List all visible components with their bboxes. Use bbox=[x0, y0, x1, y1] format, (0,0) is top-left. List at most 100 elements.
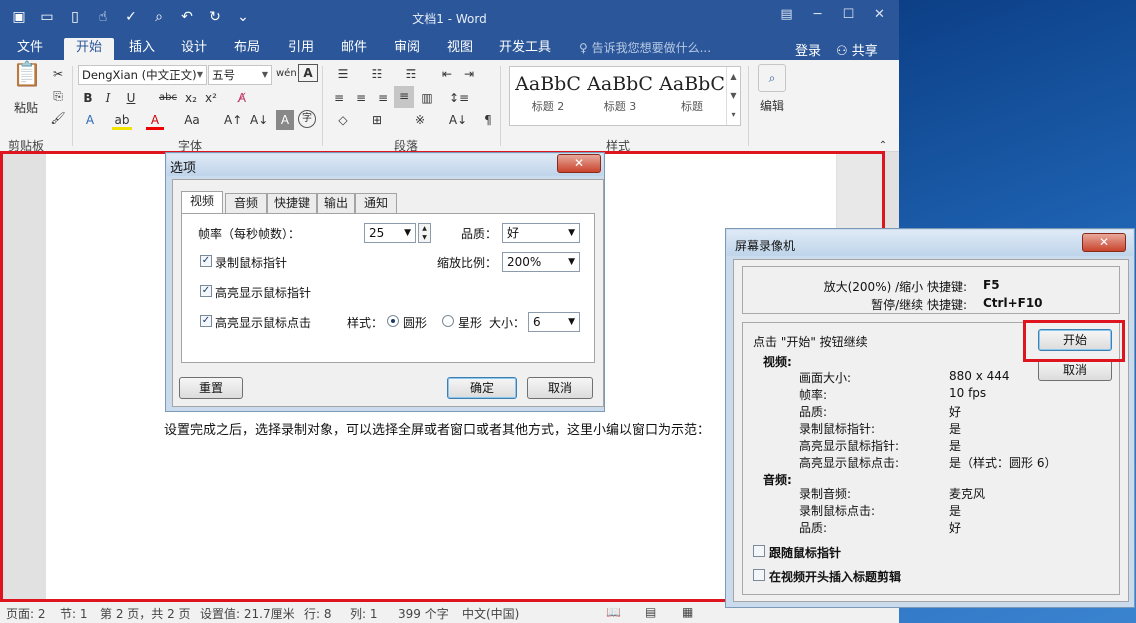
status-section[interactable]: 节: 1 bbox=[60, 605, 88, 622]
status-page[interactable]: 页面: 2 bbox=[6, 605, 46, 622]
tab-audio[interactable]: 音频 bbox=[225, 193, 267, 213]
status-page-count[interactable]: 第 2 页，共 2 页 bbox=[100, 605, 191, 622]
numbering-icon[interactable]: ☷ bbox=[364, 64, 390, 84]
close-icon[interactable]: ✕ bbox=[557, 154, 601, 173]
format-painter-icon[interactable]: 🖌 bbox=[48, 108, 68, 128]
status-language[interactable]: 中文(中国) bbox=[462, 605, 519, 622]
ok-button[interactable]: 确定 bbox=[447, 377, 517, 399]
tab-design[interactable]: 设计 bbox=[172, 38, 216, 60]
video-value: 好 bbox=[949, 405, 962, 419]
close-icon[interactable]: ✕ bbox=[1082, 233, 1126, 252]
tab-output[interactable]: 输出 bbox=[317, 193, 355, 213]
shrink-font-icon[interactable]: A↓ bbox=[250, 110, 268, 130]
align-right-icon[interactable]: ≡ bbox=[374, 88, 392, 108]
fps-select[interactable]: 25 ▼ bbox=[364, 223, 416, 243]
show-marks-icon[interactable]: ¶ bbox=[480, 110, 496, 130]
justify-icon[interactable]: ≡ bbox=[394, 86, 414, 108]
tell-me-box[interactable]: ♀ 告诉我您想要做什么... bbox=[579, 39, 711, 56]
tab-developer[interactable]: 开发工具 bbox=[492, 38, 558, 60]
tab-review[interactable]: 审阅 bbox=[385, 38, 429, 60]
cut-icon[interactable]: ✂ bbox=[48, 64, 68, 84]
multilevel-list-icon[interactable]: ☶ bbox=[398, 64, 424, 84]
align-left-icon[interactable]: ≡ bbox=[330, 88, 348, 108]
tab-insert[interactable]: 插入 bbox=[120, 38, 164, 60]
size-select[interactable]: 6 ▼ bbox=[528, 312, 580, 332]
subscript-icon[interactable]: x₂ bbox=[182, 88, 200, 108]
share-button[interactable]: ⚇ 共享 bbox=[836, 40, 878, 59]
close-icon[interactable]: ✕ bbox=[864, 4, 895, 26]
underline-icon[interactable]: U bbox=[122, 88, 140, 108]
italic-icon[interactable]: I bbox=[100, 88, 116, 108]
font-color-icon[interactable]: A bbox=[146, 110, 164, 130]
reset-button[interactable]: 重置 bbox=[179, 377, 243, 399]
editing-button[interactable]: 编辑 bbox=[754, 96, 790, 116]
web-layout-icon[interactable]: ▦ bbox=[682, 605, 693, 619]
style-heading-3[interactable]: AaBbC 标题 3 bbox=[584, 73, 656, 114]
character-shading-icon[interactable]: A bbox=[276, 110, 294, 130]
status-column[interactable]: 列: 1 bbox=[350, 605, 378, 622]
tab-mailings[interactable]: 邮件 bbox=[332, 38, 376, 60]
read-mode-icon[interactable]: 📖 bbox=[606, 605, 621, 619]
tab-video[interactable]: 视频 bbox=[181, 191, 223, 214]
text-effects-icon[interactable]: A bbox=[80, 110, 100, 130]
bold-icon[interactable]: B bbox=[80, 88, 96, 108]
insert-title-checkbox[interactable] bbox=[753, 569, 765, 581]
phonetic-guide-icon[interactable]: wén bbox=[276, 64, 297, 84]
tab-references[interactable]: 引用 bbox=[279, 38, 323, 60]
increase-indent-icon[interactable]: ⇥ bbox=[460, 64, 478, 84]
print-layout-icon[interactable]: ▤ bbox=[645, 605, 656, 619]
grow-font-icon[interactable]: A↑ bbox=[224, 110, 242, 130]
status-line[interactable]: 行: 8 bbox=[304, 605, 332, 622]
align-center-icon[interactable]: ≡ bbox=[352, 88, 370, 108]
tab-file[interactable]: 文件 bbox=[6, 38, 54, 60]
highlight-clicks-checkbox[interactable]: ✓ bbox=[200, 315, 212, 327]
paste-icon[interactable]: 📋 bbox=[10, 62, 44, 94]
record-cursor-checkbox[interactable]: ✓ bbox=[200, 255, 212, 267]
ribbon-display-icon[interactable]: ▤ bbox=[771, 4, 802, 26]
tab-notify[interactable]: 通知 bbox=[355, 193, 397, 213]
cancel-button[interactable]: 取消 bbox=[1038, 359, 1112, 381]
font-size-combo[interactable]: 五号 ▼ bbox=[208, 65, 272, 85]
cancel-button[interactable]: 取消 bbox=[527, 377, 593, 399]
find-icon[interactable]: ⌕ bbox=[758, 64, 786, 92]
style-heading-2[interactable]: AaBbC 标题 2 bbox=[512, 73, 584, 114]
quality-select[interactable]: 好 ▼ bbox=[502, 223, 580, 243]
borders-icon[interactable]: ⊞ bbox=[364, 110, 390, 130]
star-radio[interactable] bbox=[442, 315, 454, 327]
copy-icon[interactable]: ⎘ bbox=[48, 86, 68, 106]
tab-hotkeys[interactable]: 快捷键 bbox=[267, 193, 317, 213]
shading-icon[interactable]: ◇ bbox=[330, 110, 356, 130]
video-settings-panel: 帧率（每秒帧数）： 25 ▼ ▲ ▼ 品质： 好 ▼ ✓ 录制鼠标指针 缩放比例： 2… bbox=[181, 213, 595, 363]
circle-radio[interactable] bbox=[387, 315, 399, 327]
change-case-icon[interactable]: Aa bbox=[178, 110, 206, 130]
login-link[interactable]: 登录 bbox=[795, 40, 821, 59]
scale-select[interactable]: 200% ▼ bbox=[502, 252, 580, 272]
decrease-indent-icon[interactable]: ⇤ bbox=[438, 64, 456, 84]
line-spacing-icon[interactable]: ↕≡ bbox=[446, 88, 472, 108]
maximize-icon[interactable]: ☐ bbox=[833, 4, 864, 26]
paste-button[interactable]: 粘贴 bbox=[8, 98, 44, 118]
chinese-layout-icon[interactable]: ※ bbox=[410, 110, 430, 130]
strikethrough-icon[interactable]: abc bbox=[156, 88, 180, 108]
status-word-count[interactable]: 399 个字 bbox=[398, 605, 449, 622]
style-title[interactable]: AaBbC 标题 bbox=[656, 73, 728, 114]
character-border-icon[interactable]: A bbox=[298, 64, 318, 82]
minimize-icon[interactable]: ─ bbox=[802, 4, 833, 26]
highlight-cursor-checkbox[interactable]: ✓ bbox=[200, 285, 212, 297]
tab-view[interactable]: 视图 bbox=[438, 38, 482, 60]
bullets-icon[interactable]: ☰ bbox=[330, 64, 356, 84]
tab-home[interactable]: 开始 bbox=[64, 38, 114, 60]
tab-layout[interactable]: 布局 bbox=[225, 38, 269, 60]
highlight-color-icon[interactable]: ab bbox=[112, 110, 132, 130]
superscript-icon[interactable]: x² bbox=[202, 88, 220, 108]
follow-cursor-checkbox[interactable] bbox=[753, 545, 765, 557]
styles-scroll[interactable]: ▲ ▼ ▾ bbox=[726, 67, 740, 125]
font-name-combo[interactable]: DengXian (中文正文) ▼ bbox=[78, 65, 207, 85]
status-position[interactable]: 设置值: 21.7厘米 bbox=[200, 605, 295, 622]
clear-formatting-icon[interactable]: A̸ bbox=[232, 88, 252, 108]
fps-spinner[interactable]: ▲ ▼ bbox=[418, 223, 431, 243]
enclose-characters-icon[interactable]: 字 bbox=[298, 110, 316, 128]
distributed-icon[interactable]: ▥ bbox=[418, 88, 436, 108]
sort-icon[interactable]: A↓ bbox=[448, 110, 468, 130]
size-value: 6 bbox=[533, 315, 541, 329]
